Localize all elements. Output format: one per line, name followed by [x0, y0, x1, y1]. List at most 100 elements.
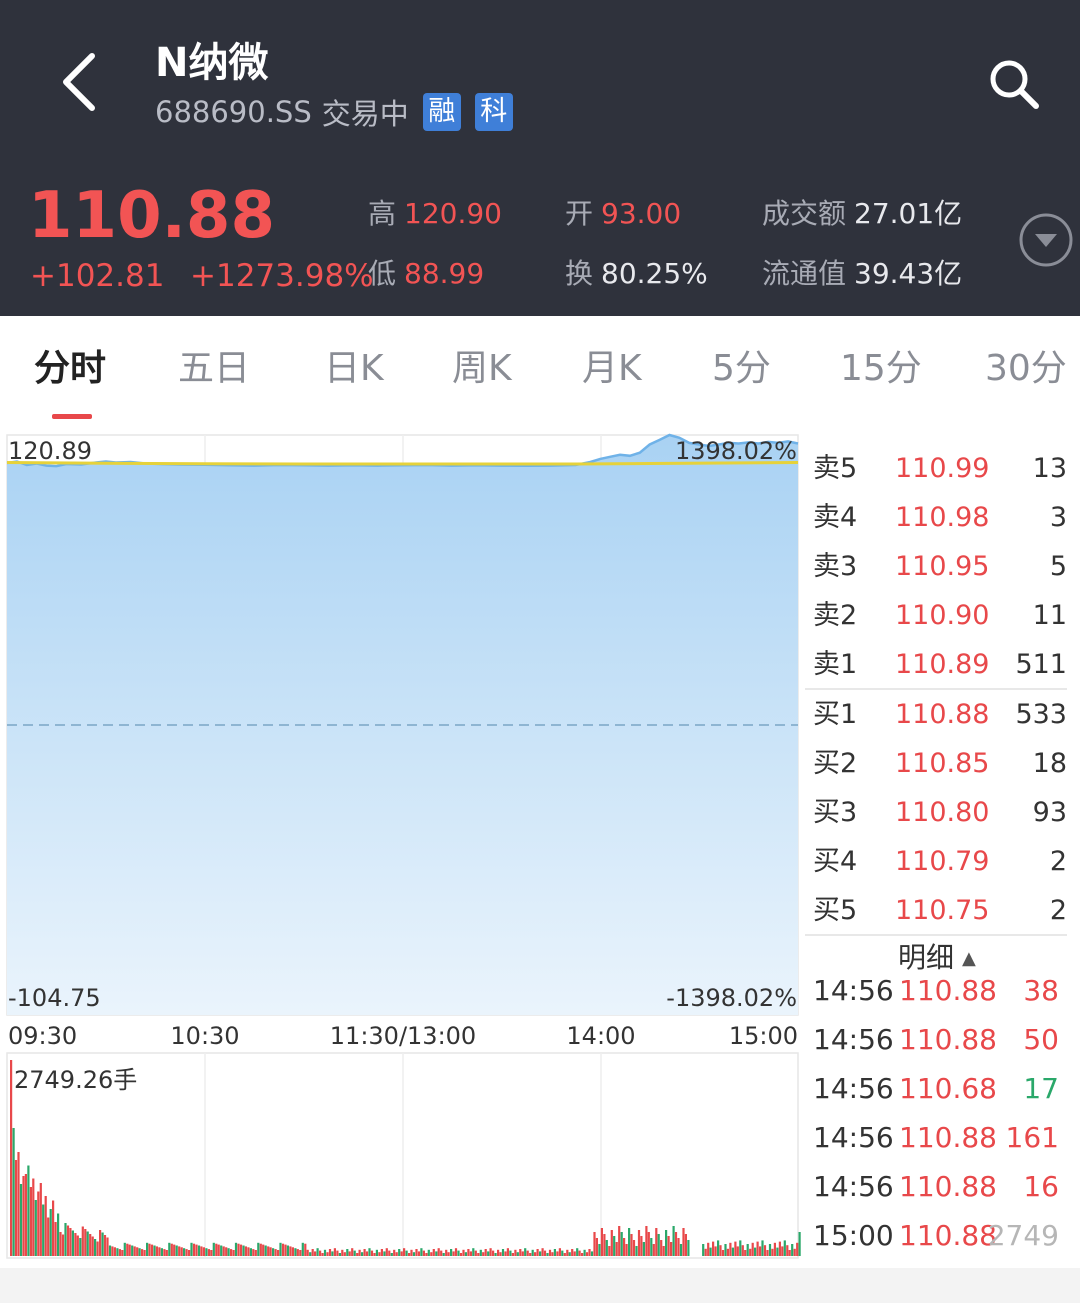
tab-30min[interactable]: 30分	[985, 344, 1067, 394]
volume-bar	[321, 1253, 324, 1256]
tab-intraday[interactable]: 分时	[34, 344, 106, 394]
volume-bar	[704, 1248, 707, 1256]
bid-row-5[interactable]: 买5 110.75 2	[805, 886, 1067, 935]
bid-row-2[interactable]: 买2 110.85 18	[805, 739, 1067, 788]
stat-open-label: 开	[565, 197, 594, 230]
bid-volume: 18	[1032, 748, 1067, 779]
ask-price: 110.99	[895, 453, 990, 484]
tab-5min[interactable]: 5分	[712, 344, 771, 394]
bid-label: 买2	[813, 748, 858, 779]
volume-bar	[763, 1245, 767, 1256]
tick-time: 14:56	[813, 1121, 894, 1154]
bid-label: 买4	[813, 846, 858, 877]
volume-bar	[571, 1249, 574, 1256]
volume-bar	[341, 1249, 344, 1256]
volume-bar	[10, 1060, 13, 1256]
volume-bar	[608, 1246, 611, 1256]
volume-bar	[595, 1238, 598, 1256]
ask-row-2[interactable]: 卖2 110.90 11	[805, 591, 1067, 640]
volume-bar	[655, 1228, 658, 1256]
volume-bar	[519, 1249, 522, 1256]
bid-label: 买1	[813, 699, 858, 730]
volume-bar	[556, 1251, 559, 1256]
margin-badge[interactable]: 融	[422, 93, 461, 131]
tick-price: 110.88	[899, 1170, 997, 1203]
tab-15min[interactable]: 15分	[840, 344, 922, 394]
volume-bar	[482, 1252, 485, 1256]
volume-bar	[469, 1251, 472, 1256]
volume-bar	[687, 1240, 690, 1256]
tick-price: 110.88	[899, 974, 997, 1007]
volume-bar	[726, 1248, 729, 1256]
volume-bar	[788, 1250, 791, 1256]
volume-bar	[756, 1241, 759, 1256]
volume-bar	[749, 1248, 752, 1256]
volume-bar	[712, 1241, 715, 1256]
volume-bar	[348, 1251, 351, 1256]
ask-row-1[interactable]: 卖1 110.89 511	[805, 640, 1067, 689]
volume-bar	[489, 1248, 492, 1256]
top-price-label: 120.89	[8, 437, 92, 465]
bottom-price-label: -104.75	[8, 984, 101, 1012]
volume-bar	[682, 1228, 685, 1256]
tick-price: 110.68	[899, 1072, 997, 1105]
volume-label: 2749.26手	[14, 1066, 137, 1094]
volume-bar	[499, 1252, 502, 1256]
ask-volume: 3	[1049, 502, 1067, 533]
bid-row-4[interactable]: 买4 110.79 2	[805, 837, 1067, 886]
bid-price: 110.79	[895, 846, 990, 877]
volume-bar	[709, 1247, 712, 1256]
volume-bar	[647, 1232, 650, 1256]
volume-bar	[576, 1248, 579, 1256]
volume-bar	[642, 1242, 645, 1256]
volume-bar	[450, 1249, 453, 1256]
search-icon[interactable]	[986, 56, 1042, 112]
volume-bar	[452, 1251, 455, 1256]
volume-bar	[52, 1200, 55, 1256]
ask-row-3[interactable]: 卖3 110.95 5	[805, 542, 1067, 591]
volume-bar	[197, 1245, 201, 1256]
tick-volume: 50	[1023, 1023, 1059, 1056]
volume-bar	[24, 1174, 27, 1256]
intraday-chart[interactable]: 120.89 1398.02% -104.75 -1398.02% 09:30 …	[0, 430, 805, 1260]
stock-name: N纳微	[155, 40, 269, 86]
volume-bar	[603, 1234, 606, 1256]
stat-open: 开 93.00	[565, 194, 681, 234]
volume-bar	[69, 1228, 72, 1256]
volume-bar	[719, 1245, 722, 1256]
stat-high-value: 120.90	[404, 197, 502, 230]
volume-bar	[484, 1249, 487, 1256]
volume-bar	[222, 1246, 225, 1256]
stat-float-amount: 39.43亿	[854, 257, 963, 290]
volume-bar	[165, 1250, 168, 1256]
volume-bar	[736, 1246, 739, 1256]
bid-row-3[interactable]: 买3 110.80 93	[805, 788, 1067, 837]
back-arrow-icon[interactable]	[56, 50, 106, 114]
ask-row-4[interactable]: 卖4 110.98 3	[805, 493, 1067, 542]
volume-bar	[442, 1253, 445, 1256]
volume-bar	[670, 1242, 673, 1256]
ask-volume: 5	[1049, 551, 1067, 582]
volume-bar	[128, 1244, 131, 1256]
tab-daily-k[interactable]: 日K	[324, 344, 384, 394]
ask-row-5[interactable]: 卖5 110.99 13	[805, 444, 1067, 493]
bid-row-1[interactable]: 买1 110.88 533	[805, 690, 1067, 739]
time-label-0930: 09:30	[8, 1022, 77, 1050]
volume-bar	[264, 1245, 267, 1256]
volume-bar	[150, 1244, 154, 1256]
volume-bar	[319, 1250, 322, 1256]
volume-bar	[242, 1245, 245, 1256]
tab-monthly-k[interactable]: 月K	[582, 344, 642, 394]
volume-bar	[793, 1248, 796, 1256]
volume-bar	[566, 1249, 569, 1256]
star-market-badge[interactable]: 科	[474, 93, 513, 131]
volume-bar	[158, 1247, 161, 1256]
volume-bar	[551, 1252, 554, 1256]
tab-weekly-k[interactable]: 周K	[452, 344, 512, 394]
volume-bar	[178, 1246, 181, 1256]
volume-bar	[370, 1250, 374, 1256]
time-label-1500: 15:00	[729, 1022, 798, 1050]
expand-chevron-icon[interactable]	[1018, 212, 1074, 268]
stat-high: 高 120.90	[368, 194, 502, 234]
tab-five-day[interactable]: 五日	[178, 344, 250, 394]
